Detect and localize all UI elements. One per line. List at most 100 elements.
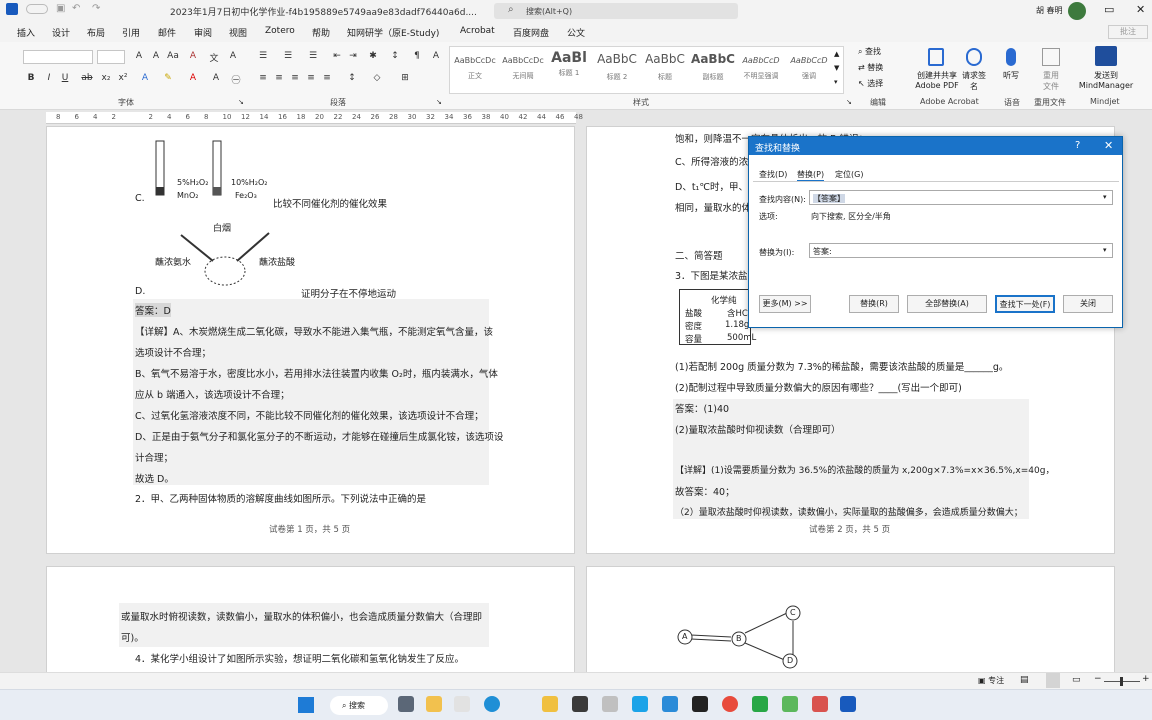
styles-more-icon[interactable]: ▾ xyxy=(834,78,838,86)
highlight-icon[interactable]: ✎ xyxy=(161,73,175,86)
find-dropdown-icon[interactable]: ▾ xyxy=(1103,193,1107,201)
undo-icon[interactable]: ↶ xyxy=(72,3,80,14)
tab-acrobat[interactable]: Acrobat xyxy=(460,26,495,36)
paragraph-dialog-launcher-icon[interactable]: ↘ xyxy=(436,98,442,106)
styles-scroll-up-icon[interactable]: ▲ xyxy=(834,50,839,58)
tab-help[interactable]: 帮助 xyxy=(312,26,330,39)
find-button[interactable]: ⌕ 查找 xyxy=(858,46,881,57)
tab-design[interactable]: 设计 xyxy=(52,26,70,39)
shading-icon[interactable]: ◇ xyxy=(370,73,384,86)
green-app-icon[interactable] xyxy=(752,696,768,712)
chrome-icon[interactable] xyxy=(722,696,738,712)
word-taskbar-icon[interactable] xyxy=(840,696,856,712)
justify-icon[interactable]: ≡ xyxy=(304,73,318,86)
font-name-select[interactable] xyxy=(23,50,93,64)
tab-zotero[interactable]: Zotero xyxy=(265,26,295,36)
zoom-slider-thumb[interactable] xyxy=(1120,677,1123,686)
zoom-in-icon[interactable]: + xyxy=(1142,674,1150,684)
grow-font-icon[interactable]: A xyxy=(132,51,146,64)
clock-app-icon[interactable] xyxy=(602,696,618,712)
align-center-icon[interactable]: ≡ xyxy=(272,73,286,86)
widgets-icon[interactable] xyxy=(426,696,442,712)
dictate-button[interactable]: 听写 xyxy=(1002,70,1020,81)
feather-app-icon[interactable] xyxy=(632,696,648,712)
more-button[interactable]: 更多(M) >> xyxy=(759,295,811,313)
superscript-icon[interactable]: x² xyxy=(116,73,130,86)
char-scaling-icon[interactable]: A xyxy=(429,51,443,64)
tab-layout[interactable]: 布局 xyxy=(87,26,105,39)
find-next-button[interactable]: 查找下一处(F) xyxy=(995,295,1055,313)
tab-estudy[interactable]: 知网研学（原E-Study) xyxy=(347,26,439,39)
tab-baidu[interactable]: 百度网盘 xyxy=(513,26,549,39)
styles-dialog-launcher-icon[interactable]: ↘ xyxy=(846,98,852,106)
change-case-icon[interactable]: Aa xyxy=(166,51,180,64)
char-border-icon[interactable]: A xyxy=(226,51,240,64)
tab-review[interactable]: 审阅 xyxy=(194,26,212,39)
bold-icon[interactable]: B xyxy=(24,73,38,86)
style-heading1[interactable]: AaBl 标题 1 xyxy=(546,48,592,90)
replace-with-input[interactable]: 答案: xyxy=(809,243,1113,258)
replace-once-button[interactable]: 替换(R) xyxy=(849,295,899,313)
close-button[interactable]: 关闭 xyxy=(1063,295,1113,313)
print-layout-icon[interactable] xyxy=(1046,673,1060,688)
italic-icon[interactable]: I xyxy=(42,73,56,86)
subscript-icon[interactable]: x₂ xyxy=(99,73,113,86)
horizontal-ruler[interactable]: 8 6 4 2 2 4 6 8 10 12 14 16 18 20 22 24 26 28 30 32 34 36 38 40… xyxy=(46,112,583,124)
show-marks-icon[interactable]: ¶ xyxy=(410,51,424,64)
taskbar-search[interactable]: ⌕ 搜索 xyxy=(330,696,388,715)
chat-icon[interactable] xyxy=(454,696,470,712)
user-name[interactable]: 胡 春明 xyxy=(1036,5,1063,16)
redo-icon[interactable]: ↷ xyxy=(92,3,100,14)
zoom-app-icon[interactable] xyxy=(662,696,678,712)
edge-icon[interactable] xyxy=(484,696,500,712)
reuse-files-button[interactable]: 重用文件 xyxy=(1040,70,1062,92)
borders-icon[interactable]: ⊞ xyxy=(398,73,412,86)
style-subtitle[interactable]: AaBbC 副标题 xyxy=(690,48,736,90)
style-emphasis[interactable]: AaBbCcD 强调 xyxy=(786,48,832,90)
replace-dropdown-icon[interactable]: ▾ xyxy=(1103,246,1107,254)
ribbon-display-icon[interactable]: ▭ xyxy=(1104,3,1114,16)
save-icon[interactable]: ▣ xyxy=(56,3,65,14)
comments-button[interactable]: 批注 xyxy=(1108,25,1148,39)
chinese-layout-icon[interactable]: ✱ xyxy=(366,51,380,64)
multilevel-list-icon[interactable]: ☰ xyxy=(306,51,320,64)
font-dialog-launcher-icon[interactable]: ↘ xyxy=(238,98,244,106)
dialog-close-icon[interactable]: ✕ xyxy=(1104,139,1113,152)
wechat-icon[interactable] xyxy=(782,696,798,712)
focus-mode-button[interactable]: ▣ 专注 xyxy=(978,675,1004,686)
search-box[interactable]: ⌕ 搜索(Alt+Q) xyxy=(494,3,738,19)
replace-button[interactable]: ⇄ 替换 xyxy=(858,62,883,73)
notion-icon[interactable] xyxy=(692,696,708,712)
distributed-icon[interactable]: ≡ xyxy=(320,73,334,86)
tab-references[interactable]: 引用 xyxy=(122,26,140,39)
replace-all-button[interactable]: 全部替换(A) xyxy=(907,295,987,313)
tab-gongwen[interactable]: 公文 xyxy=(567,26,585,39)
clear-format-icon[interactable]: A xyxy=(186,51,200,64)
sort-icon[interactable]: ↕ xyxy=(388,51,402,64)
select-button[interactable]: ↖ 选择 xyxy=(858,78,883,89)
start-icon[interactable] xyxy=(298,697,314,713)
style-heading2[interactable]: AaBbC 标题 2 xyxy=(594,48,640,90)
help-icon[interactable]: ? xyxy=(1075,140,1080,151)
tab-mailings[interactable]: 邮件 xyxy=(158,26,176,39)
align-right-icon[interactable]: ≡ xyxy=(288,73,302,86)
send-mindmanager-button[interactable]: 发送到 MindManager xyxy=(1078,70,1134,90)
bullets-icon[interactable]: ☰ xyxy=(256,51,270,64)
style-subtle-emphasis[interactable]: AaBbCcD 不明显强调 xyxy=(738,48,784,90)
line-spacing-icon[interactable]: ↕ xyxy=(345,73,359,86)
close-window-icon[interactable]: ✕ xyxy=(1136,3,1145,16)
shrink-font-icon[interactable]: A xyxy=(149,51,163,64)
zoom-out-icon[interactable]: − xyxy=(1094,674,1102,684)
task-view-icon[interactable] xyxy=(398,696,414,712)
tab-insert[interactable]: 插入 xyxy=(17,26,35,39)
enclose-char-icon[interactable]: ㊀ xyxy=(229,73,243,86)
font-color-icon[interactable]: A xyxy=(186,73,200,86)
align-left-icon[interactable]: ≡ xyxy=(256,73,270,86)
increase-indent-icon[interactable]: ⇥ xyxy=(346,51,360,64)
tab-goto[interactable]: 定位(G) xyxy=(835,169,863,180)
store-icon[interactable] xyxy=(572,696,588,712)
web-layout-icon[interactable]: ▭ xyxy=(1072,675,1081,685)
file-explorer-icon[interactable] xyxy=(542,696,558,712)
read-mode-icon[interactable]: ▤ xyxy=(1020,675,1029,685)
request-signature-button[interactable]: 请求签名 xyxy=(962,70,986,92)
